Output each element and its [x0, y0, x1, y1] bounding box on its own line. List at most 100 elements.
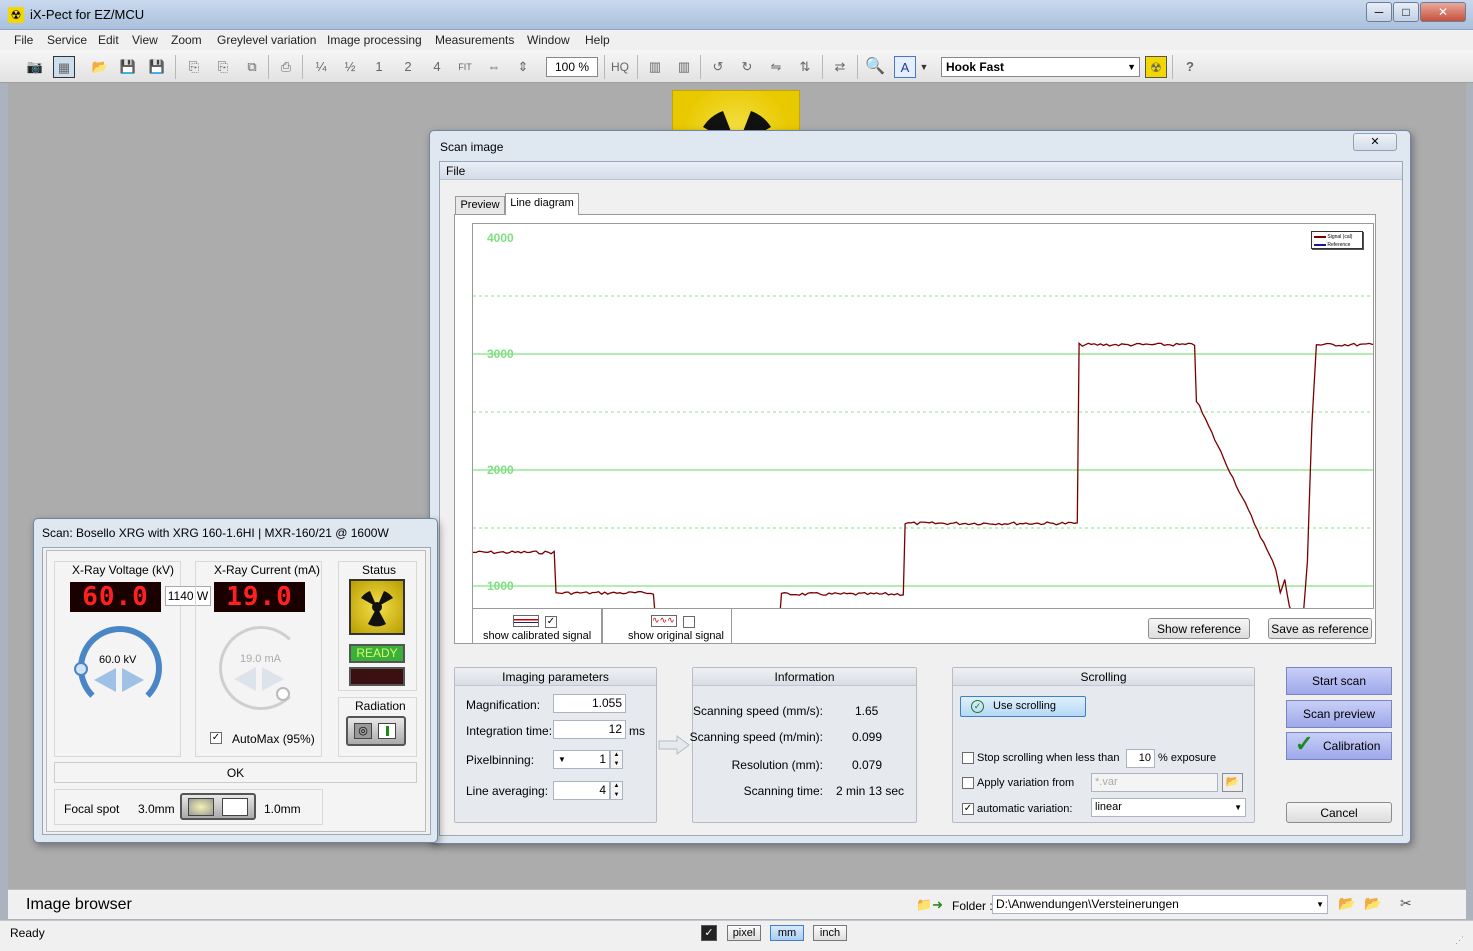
- camera-icon[interactable]: 📷: [24, 56, 46, 78]
- menu-edit[interactable]: Edit: [98, 33, 119, 47]
- voltage-knob-handle[interactable]: [74, 662, 88, 676]
- fit-height-icon[interactable]: ⇕: [512, 56, 534, 78]
- unit-check-icon[interactable]: ✓: [701, 925, 717, 941]
- voltage-decrease-icon[interactable]: [94, 668, 116, 692]
- zoom-value-box[interactable]: 100 %: [546, 57, 598, 77]
- averaging-stepper[interactable]: ▲ ▼: [610, 781, 623, 800]
- voltage-knob[interactable]: 60.0 kV: [74, 626, 162, 710]
- flip-h-icon[interactable]: ⇋: [765, 56, 787, 78]
- folder-new-icon[interactable]: 📂: [1364, 895, 1384, 915]
- stop-scrolling-field[interactable]: 10: [1126, 749, 1155, 768]
- automatic-variation-select[interactable]: linear ▼: [1091, 798, 1246, 817]
- unit-pixel-button[interactable]: pixel: [727, 925, 761, 941]
- menu-greylevel[interactable]: Greylevel variation: [217, 33, 316, 47]
- unit-mm-button[interactable]: mm: [770, 925, 804, 941]
- current-decrease-icon[interactable]: [234, 667, 256, 691]
- zoom-quarter-icon[interactable]: ¼: [310, 56, 332, 78]
- automax-checkbox[interactable]: ✓: [210, 732, 222, 744]
- close-button[interactable]: ✕: [1420, 2, 1466, 22]
- use-scrolling-button[interactable]: ✓ Use scrolling: [960, 696, 1086, 717]
- averaging-field[interactable]: 4: [553, 781, 610, 800]
- scan-monitor-icon[interactable]: ▦: [53, 56, 75, 78]
- minimize-button[interactable]: ─: [1366, 2, 1392, 22]
- maximize-button[interactable]: □: [1393, 2, 1419, 22]
- compare-icon[interactable]: ⇄: [829, 56, 851, 78]
- rotate-left-icon[interactable]: ↺: [707, 56, 729, 78]
- fit-icon[interactable]: FIT: [454, 56, 476, 78]
- resize-grip-icon[interactable]: ⋰: [1455, 935, 1467, 947]
- zoom-half-icon[interactable]: ½: [339, 56, 361, 78]
- pixelbinning-stepper[interactable]: ▲ ▼: [610, 750, 623, 769]
- show-original-checkbox[interactable]: [683, 616, 695, 628]
- focal-spot-toggle[interactable]: [180, 793, 256, 820]
- stop-scrolling-checkbox[interactable]: [962, 752, 974, 764]
- focal-3mm-label: 3.0mm: [138, 802, 175, 816]
- save-reference-button[interactable]: Save as reference: [1268, 618, 1372, 639]
- scan-preview-button[interactable]: Scan preview: [1286, 700, 1392, 728]
- profile-select[interactable]: Hook Fast ▼: [941, 57, 1140, 77]
- flip-v-icon[interactable]: ⇅: [794, 56, 816, 78]
- annotation-icon[interactable]: A: [894, 56, 916, 78]
- tab-line-diagram[interactable]: Line diagram: [505, 193, 579, 215]
- annotation-dropdown-icon[interactable]: ▼: [918, 56, 930, 78]
- voltage-increase-icon[interactable]: [122, 668, 144, 692]
- histogram-eq-icon[interactable]: ▥: [673, 56, 695, 78]
- y-tick-label: 1000: [487, 579, 514, 593]
- current-knob-handle[interactable]: [276, 687, 290, 701]
- tab-preview[interactable]: Preview: [455, 196, 505, 214]
- radiation-toggle-on: [378, 723, 396, 739]
- menu-help[interactable]: Help: [585, 33, 610, 47]
- folder-up-icon[interactable]: 📂: [1338, 895, 1358, 915]
- duplicate-icon[interactable]: ⧉: [241, 56, 263, 78]
- automatic-variation-checkbox[interactable]: ✓: [962, 803, 974, 815]
- radiation-toggle[interactable]: ◎: [346, 716, 406, 746]
- search-icon[interactable]: 🔍: [864, 56, 886, 78]
- dialog-close-icon[interactable]: ✕: [1353, 133, 1397, 151]
- apply-variation-checkbox[interactable]: [962, 777, 974, 789]
- menu-file[interactable]: File: [14, 33, 33, 47]
- zoom-4-icon[interactable]: 4: [426, 56, 448, 78]
- copy-icon[interactable]: ⎘: [183, 56, 205, 78]
- magnification-field[interactable]: 1.055: [553, 694, 626, 713]
- menu-zoom[interactable]: Zoom: [171, 33, 202, 47]
- histogram-icon[interactable]: ▥: [644, 56, 666, 78]
- unit-inch-button[interactable]: inch: [813, 925, 847, 941]
- menu-measurements[interactable]: Measurements: [435, 33, 514, 47]
- radiation-status-icon: [349, 579, 405, 635]
- save-icon[interactable]: 💾: [117, 56, 139, 78]
- paste-icon[interactable]: ⎘: [212, 56, 234, 78]
- zoom-1-icon[interactable]: 1: [368, 56, 390, 78]
- fit-width-icon[interactable]: ⇔: [483, 56, 505, 78]
- help-icon[interactable]: ?: [1179, 56, 1201, 78]
- info-speed-mmin-label: Scanning speed (m/min):: [689, 730, 823, 744]
- menu-service[interactable]: Service: [47, 33, 87, 47]
- legend-signal: Signal (cal): [1314, 233, 1360, 241]
- ok-button[interactable]: OK: [54, 762, 417, 783]
- show-calibrated-checkbox[interactable]: ✓: [545, 616, 557, 628]
- dialog-menu-file[interactable]: File: [446, 164, 465, 178]
- calibration-button[interactable]: ✓ Calibration: [1286, 731, 1392, 760]
- cancel-button[interactable]: Cancel: [1286, 802, 1392, 823]
- integration-field[interactable]: 12: [553, 720, 626, 739]
- radiation-profile-icon[interactable]: ☢: [1145, 56, 1167, 78]
- start-scan-button[interactable]: Start scan: [1286, 667, 1392, 695]
- info-time-value: 2 min 13 sec: [836, 784, 905, 798]
- menu-image-processing[interactable]: Image processing: [327, 33, 422, 47]
- rotate-right-icon[interactable]: ↻: [736, 56, 758, 78]
- print-icon[interactable]: ⎙: [275, 56, 297, 78]
- browser-go-icon[interactable]: 📁➜: [916, 895, 946, 914]
- zoom-2-icon[interactable]: 2: [397, 56, 419, 78]
- menu-view[interactable]: View: [132, 33, 158, 47]
- scan-image-dialog: Scan image ✕ File Preview Line diagram 1…: [429, 130, 1411, 844]
- folder-select[interactable]: D:\Anwendungen\Versteinerungen ▼: [992, 895, 1328, 914]
- pixelbinning-select[interactable]: ▼ 1: [553, 750, 610, 769]
- save-all-icon[interactable]: 💾: [146, 56, 168, 78]
- open-folder-icon[interactable]: 📂: [89, 56, 111, 78]
- hq-button[interactable]: HQ: [609, 56, 631, 78]
- menu-window[interactable]: Window: [527, 33, 570, 47]
- show-reference-button[interactable]: Show reference: [1148, 618, 1250, 639]
- browse-folder-icon[interactable]: 📂: [1222, 773, 1243, 792]
- current-knob[interactable]: 19.0 mA: [219, 626, 303, 710]
- tools-icon[interactable]: ✂: [1400, 895, 1420, 915]
- apply-variation-field[interactable]: *.var: [1091, 773, 1218, 792]
